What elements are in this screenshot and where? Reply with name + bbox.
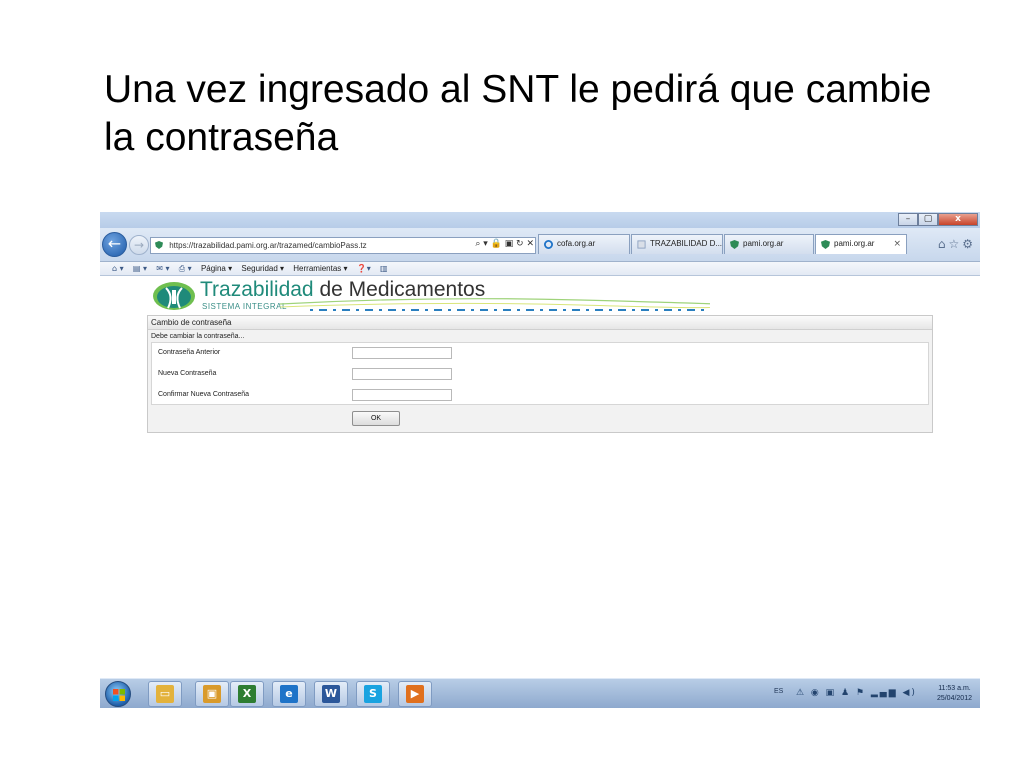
command-bar: ⌂ ▾ ▤ ▾ ✉ ▾ ⎙ ▾ Página ▾ Seguridad ▾ Her…: [100, 262, 980, 276]
help-icon[interactable]: ❓▾: [357, 264, 371, 273]
explorer-folder-icon: ▭: [156, 685, 174, 703]
ie-page-icon: [544, 240, 553, 249]
feeds-icon[interactable]: ▤ ▾: [133, 264, 147, 273]
browser-window: – ▢ x ← → https://trazabilidad.pami.org.…: [100, 212, 980, 434]
start-button[interactable]: [105, 681, 131, 707]
maximize-button[interactable]: ▢: [918, 213, 938, 226]
new-password-label: Nueva Contraseña: [158, 370, 217, 377]
system-tray: ES ⚠ ◉ ▣ ♟ ⚑ ▂▄▆ ◀) 11:53 a.m. 25/04/201…: [774, 681, 974, 707]
taskbar-app-button[interactable]: ▭: [148, 681, 182, 707]
ok-button[interactable]: OK: [352, 411, 400, 426]
confirm-password-field[interactable]: [352, 389, 452, 401]
form-row-confirm-password: Confirmar Nueva Contraseña: [152, 385, 928, 406]
minimize-button[interactable]: –: [898, 213, 918, 226]
tab-close-icon[interactable]: ×: [893, 235, 901, 253]
tab-trazabilidad[interactable]: TRAZABILIDAD D...: [631, 234, 723, 254]
research-icon[interactable]: ▥: [380, 264, 388, 273]
presentation-slide: Una vez ingresado al SNT le pedirá que c…: [0, 0, 1024, 768]
page-icon: [637, 240, 646, 249]
browser-right-icons[interactable]: ⌂☆⚙: [938, 237, 976, 251]
tab-label: pami.org.ar: [743, 239, 784, 248]
media-player-icon: ▶: [406, 685, 424, 703]
tab-pami-1[interactable]: pami.org.ar: [724, 234, 814, 254]
old-password-field[interactable]: [352, 347, 452, 359]
taskbar-app-button[interactable]: S: [356, 681, 390, 707]
language-indicator[interactable]: ES: [774, 688, 783, 695]
logo-subtitle: SISTEMA INTEGRAL: [202, 302, 287, 311]
password-form: Contraseña Anterior Nueva Contraseña Con…: [151, 342, 929, 405]
new-password-field[interactable]: [352, 368, 452, 380]
site-logo: Trazabilidad de Medicamentos SISTEMA INT…: [152, 276, 712, 316]
back-button[interactable]: ←: [102, 232, 127, 257]
word-icon: W: [322, 685, 340, 703]
confirm-password-label: Confirmar Nueva Contraseña: [158, 391, 250, 398]
forward-button[interactable]: →: [129, 235, 149, 255]
panel-message: Debe cambiar la contraseña...: [151, 333, 245, 340]
browser-navbar: ← → https://trazabilidad.pami.org.ar/tra…: [100, 228, 980, 262]
address-url: https://trazabilidad.pami.org.ar/trazame…: [169, 241, 367, 250]
change-password-panel: Cambio de contraseña Debe cambiar la con…: [147, 315, 933, 433]
pami-shield-icon: [821, 240, 830, 249]
forward-arrow-icon: →: [133, 238, 145, 252]
form-row-old-password: Contraseña Anterior: [152, 343, 928, 364]
windows-logo-icon: [113, 689, 125, 701]
home-icon[interactable]: ⌂ ▾: [112, 264, 124, 273]
print-icon[interactable]: ⎙ ▾: [179, 264, 192, 273]
old-password-label: Contraseña Anterior: [158, 349, 221, 356]
security-menu[interactable]: Seguridad ▾: [241, 264, 284, 273]
windows-taskbar: ▭ ▣ Xe W S ▶ ES ⚠ ◉ ▣ ♟ ⚑ ▂▄▆ ◀) 11:53 a.m. 2…: [100, 678, 980, 708]
clock-date: 25/04/2012: [936, 695, 972, 702]
logo-emblem-icon: [153, 282, 195, 310]
page-menu[interactable]: Página ▾: [201, 264, 232, 273]
taskbar-app-button[interactable]: e: [272, 681, 306, 707]
tab-label: cofa.org.ar: [557, 239, 596, 248]
clock[interactable]: 11:53 a.m. 25/04/2012: [937, 684, 972, 704]
tab-pami-active[interactable]: pami.org.ar ×: [815, 234, 907, 254]
site-shield-icon: [155, 241, 163, 249]
taskbar-app-button[interactable]: X: [230, 681, 264, 707]
mail-icon[interactable]: ✉ ▾: [156, 264, 169, 273]
taskbar-app-button[interactable]: ▶: [398, 681, 432, 707]
tab-label: TRAZABILIDAD D...: [650, 239, 723, 248]
window-titlebar: – ▢ x: [100, 212, 980, 228]
tab-label: pami.org.ar: [834, 239, 875, 248]
close-window-button[interactable]: x: [938, 213, 978, 226]
clock-time: 11:53 a.m.: [938, 685, 971, 692]
tools-menu[interactable]: Herramientas ▾: [293, 264, 347, 273]
window-controls: – ▢ x: [898, 213, 978, 227]
internet-explorer-icon: e: [280, 685, 298, 703]
skype-icon: S: [364, 685, 382, 703]
page-content: Trazabilidad de Medicamentos SISTEMA INT…: [100, 276, 980, 434]
address-tools[interactable]: ⌕ ▾ 🔒 ▣ ↻ ✕: [468, 237, 538, 254]
tray-icons[interactable]: ⚠ ◉ ▣ ♟ ⚑ ▂▄▆ ◀): [796, 688, 917, 698]
slide-title: Una vez ingresado al SNT le pedirá que c…: [104, 68, 932, 159]
taskbar-app-button[interactable]: W: [314, 681, 348, 707]
tab-cofa[interactable]: cofa.org.ar: [538, 234, 630, 254]
form-actions: OK: [151, 405, 929, 429]
logo-decoration: [280, 298, 710, 311]
form-row-new-password: Nueva Contraseña: [152, 364, 928, 385]
pami-shield-icon: [730, 240, 739, 249]
taskbar-app-button[interactable]: ▣: [195, 681, 229, 707]
back-arrow-icon: ←: [107, 234, 122, 253]
excel-icon: X: [238, 685, 256, 703]
contacts-icon: ▣: [203, 685, 221, 703]
panel-title: Cambio de contraseña: [148, 316, 932, 330]
